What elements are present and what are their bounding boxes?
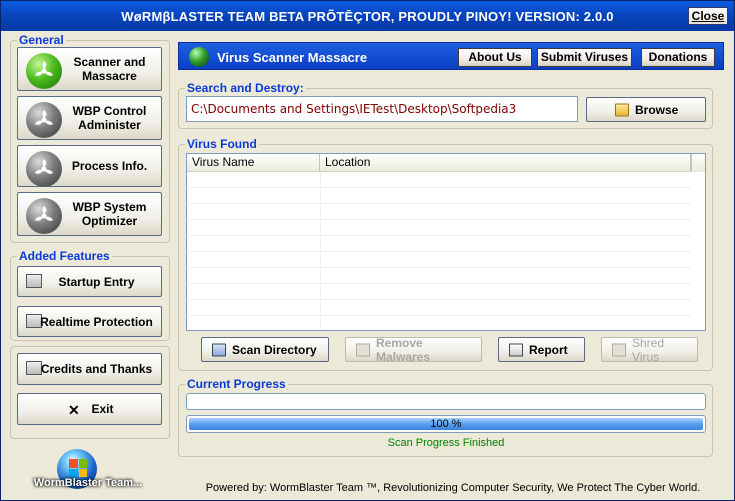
panel-header: Virus Scanner Massacre About Us Submit V… [178, 42, 724, 70]
wbp-system-optimizer-label: WBP System Optimizer [72, 200, 147, 228]
submit-viruses-button[interactable]: Submit Viruses [537, 48, 632, 67]
remove-malwares-label: Remove Malwares [376, 335, 431, 364]
table-row [187, 284, 691, 300]
scanner-and-massacre-label: Scanner and Massacre [73, 55, 146, 83]
virus-list-header: Virus Name Location [187, 154, 705, 172]
current-progress-label: Current Progress [185, 377, 288, 391]
report-icon [509, 343, 523, 356]
shred-virus-button[interactable]: Shred Virus [601, 335, 698, 364]
browse-label: Browse [635, 102, 679, 117]
table-row [187, 204, 691, 220]
about-us-button[interactable]: About Us [458, 48, 532, 67]
scan-status-text: Scan Progress Finished [387, 437, 505, 449]
wbp-system-optimizer-button[interactable]: WBP System Optimizer [17, 192, 162, 236]
column-virus-name[interactable]: Virus Name [187, 154, 320, 171]
table-row [187, 268, 691, 284]
scan-directory-button[interactable]: Scan Directory [201, 337, 329, 362]
wbp-control-administer-button[interactable]: WBP Control Administer [17, 96, 162, 140]
exit-button[interactable]: ✕ Exit [17, 393, 162, 425]
window-title: WøRMβLASTER TEAM BETA PRÕTĒÇTOR, PROUDLY… [121, 9, 614, 24]
table-row [187, 300, 691, 316]
gray-fan-orb-icon [26, 102, 62, 138]
close-button[interactable]: Close [688, 7, 728, 25]
table-row [187, 220, 691, 236]
process-info-label: Process Info. [71, 159, 148, 173]
green-fan-orb-icon [26, 53, 62, 89]
scan-progress-bar: 100 % [186, 415, 706, 433]
virus-found-label: Virus Found [185, 137, 259, 151]
footer-text: Powered by: WormBlaster Team ™, Revoluti… [205, 482, 701, 494]
realtime-protection-label: Realtime Protection [40, 314, 153, 329]
realtime-protection-button[interactable]: Realtime Protection [17, 306, 162, 337]
list-scroll-corner [691, 154, 705, 172]
wbp-control-administer-label: WBP Control Administer [72, 104, 147, 132]
trash-icon [356, 343, 370, 356]
credits-and-thanks-button[interactable]: Credits and Thanks [17, 353, 162, 385]
logo-text: WormBlaster Team... [33, 477, 143, 489]
app-window: WøRMβLASTER TEAM BETA PRÕTĒÇTOR, PROUDLY… [0, 0, 735, 501]
wormblaster-logo: WormBlaster Team... [23, 449, 153, 493]
shred-virus-label: Shred Virus [632, 335, 665, 364]
table-row [187, 252, 691, 268]
scan-progress-text: 100 % [430, 418, 462, 430]
table-row [187, 172, 691, 188]
directory-path-input[interactable]: C:\Documents and Settings\IETest\Desktop… [186, 96, 578, 122]
table-row [187, 188, 691, 204]
gray-fan-orb-icon [26, 198, 62, 234]
report-label: Report [529, 342, 568, 357]
table-row [187, 236, 691, 252]
added-features-label: Added Features [17, 249, 112, 263]
credits-and-thanks-label: Credits and Thanks [40, 362, 153, 376]
panel-title: Virus Scanner Massacre [217, 50, 368, 65]
folder-icon [615, 103, 629, 116]
browse-button[interactable]: Browse [586, 97, 706, 122]
process-info-button[interactable]: Process Info. [17, 145, 162, 187]
exit-label: Exit [91, 402, 114, 416]
scan-icon [212, 343, 226, 356]
scanner-and-massacre-button[interactable]: Scanner and Massacre [17, 47, 162, 91]
title-bar: WøRMβLASTER TEAM BETA PRÕTĒÇTOR, PROUDLY… [1, 1, 734, 31]
startup-entry-label: Startup Entry [58, 274, 135, 289]
shredder-icon [612, 343, 626, 356]
general-group-label: General [17, 33, 66, 47]
virus-list[interactable]: Virus Name Location [186, 153, 706, 331]
donations-button[interactable]: Donations [641, 48, 715, 67]
file-progress-bar [186, 393, 706, 410]
scan-directory-label: Scan Directory [232, 342, 317, 357]
report-button[interactable]: Report [498, 337, 585, 362]
column-location[interactable]: Location [320, 154, 691, 171]
windows-flag-icon [69, 459, 87, 477]
globe-icon [189, 47, 209, 67]
remove-malwares-button[interactable]: Remove Malwares [345, 335, 482, 364]
startup-entry-button[interactable]: Startup Entry [17, 266, 162, 297]
gray-fan-orb-icon [26, 151, 62, 187]
search-and-destroy-label: Search and Destroy: [185, 81, 306, 95]
